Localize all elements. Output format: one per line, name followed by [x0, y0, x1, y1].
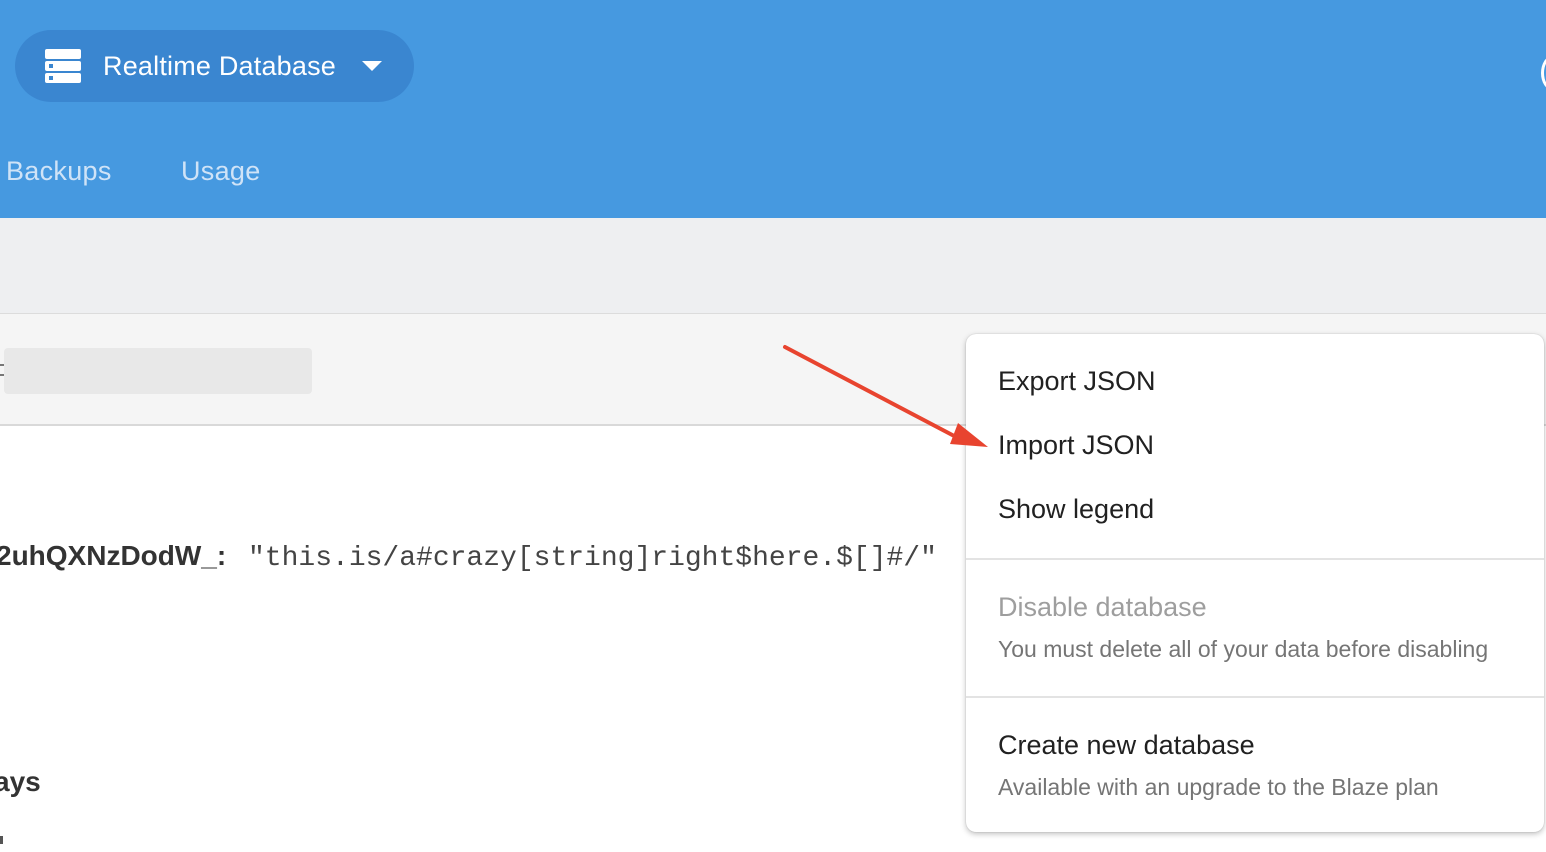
- data-node-key: 2uhQXNzDodW_: [0, 540, 217, 571]
- menu-item-show-legend[interactable]: Show legend: [998, 494, 1154, 525]
- database-selector[interactable]: Realtime Database: [15, 30, 414, 102]
- app-header: Realtime Database Backups Usage: [0, 0, 1546, 218]
- data-node-colon: :: [216, 540, 227, 571]
- data-node-value[interactable]: "this.is/a#crazy[string]right$here.$[]#/…: [248, 543, 937, 574]
- tab-usage[interactable]: Usage: [181, 156, 261, 187]
- chevron-down-icon: [362, 61, 383, 71]
- content-band: [0, 218, 1546, 314]
- menu-item-create-new-database-subtitle: Available with an upgrade to the Blaze p…: [998, 774, 1439, 800]
- account-avatar-icon[interactable]: [1541, 56, 1546, 90]
- menu-item-disable-database: Disable database: [998, 592, 1207, 622]
- database-url-bar[interactable]: [4, 348, 312, 394]
- tab-backups[interactable]: Backups: [6, 156, 112, 187]
- menu-divider: [966, 558, 1544, 560]
- tree-line: [0, 836, 3, 844]
- menu-item-disable-database-subtitle: You must delete all of your data before …: [998, 636, 1489, 662]
- menu-item-create-new-database[interactable]: Create new database: [998, 730, 1255, 761]
- database-server-icon: [45, 48, 81, 84]
- database-options-menu: Export JSON Import JSON Show legend Disa…: [966, 334, 1544, 832]
- data-node-partial-key[interactable]: ays: [0, 766, 41, 798]
- menu-item-export-json[interactable]: Export JSON: [998, 366, 1156, 397]
- database-title: Realtime Database: [103, 50, 337, 81]
- data-node-row[interactable]: 2uhQXNzDodW_: "this.is/a#crazy[string]ri…: [0, 540, 937, 574]
- menu-item-import-json[interactable]: Import JSON: [998, 430, 1154, 461]
- menu-divider: [966, 696, 1544, 698]
- page: Realtime Database Backups Usage 2uhQXNzD…: [0, 0, 1546, 852]
